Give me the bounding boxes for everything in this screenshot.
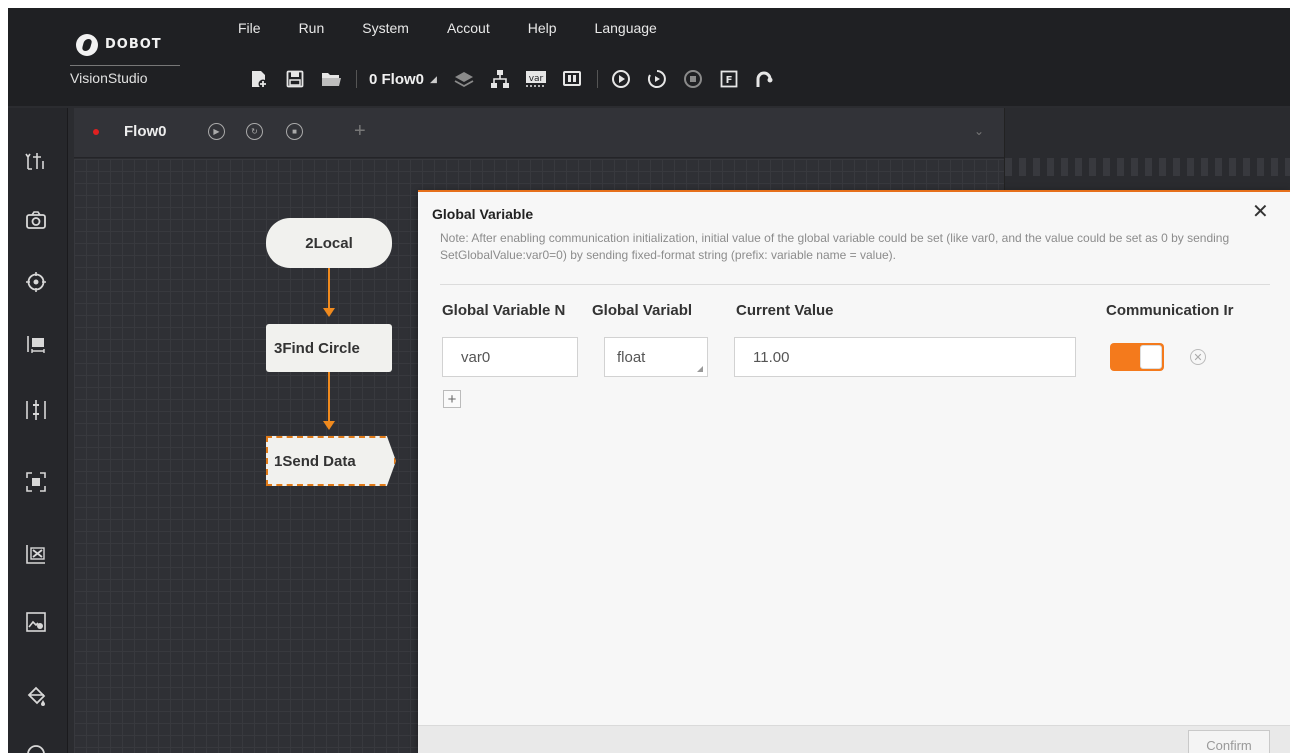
flow-run-once-icon[interactable]: ▶ — [208, 123, 225, 140]
variable-icon[interactable]: var — [525, 68, 547, 90]
flow-selector[interactable]: 0 Flow0 ◢ — [369, 71, 437, 88]
column-header-name: Global Variable N — [442, 302, 566, 319]
node-send-data[interactable]: 1Send Data — [266, 436, 396, 486]
camera-icon[interactable] — [22, 206, 50, 234]
open-folder-icon[interactable] — [320, 68, 342, 90]
toolbar-separator — [356, 70, 357, 88]
measure-icon[interactable] — [22, 330, 50, 358]
image-settings-icon[interactable] — [22, 608, 50, 636]
toolbar-separator — [596, 70, 598, 88]
image-tools-icon[interactable] — [22, 146, 50, 174]
column-header-communication: Communication Ir — [1106, 302, 1234, 319]
connector-arrow-icon — [323, 421, 335, 430]
note-divider — [440, 284, 1270, 285]
dialog-title: Global Variable — [432, 206, 534, 222]
variable-name-field[interactable]: var0 — [442, 337, 578, 377]
menu-help[interactable]: Help — [528, 20, 557, 46]
robot-arm-icon[interactable] — [754, 68, 776, 90]
confirm-button[interactable]: Confirm — [1188, 730, 1270, 753]
menu-account[interactable]: Accout — [447, 20, 490, 46]
device-icon[interactable] — [561, 68, 583, 90]
brand-name: DOBOT — [105, 37, 162, 52]
fill-tool-icon[interactable] — [22, 682, 50, 710]
add-variable-icon[interactable]: + — [443, 390, 461, 408]
tab-flow0[interactable]: Flow0 — [124, 123, 167, 140]
toggle-knob — [1140, 345, 1162, 369]
stop-icon[interactable] — [682, 68, 704, 90]
node-find-circle[interactable]: 3Find Circle — [266, 324, 392, 372]
more-tools-icon[interactable] — [22, 738, 50, 753]
flow-selector-label: 0 Flow0 — [369, 70, 425, 88]
main-toolbar: 0 Flow0 ◢ var F — [248, 62, 790, 96]
menu-file[interactable]: File — [238, 20, 261, 46]
node-local[interactable]: 2Local — [266, 218, 392, 268]
tab-list-chevron-icon[interactable]: ⌄ — [974, 124, 984, 138]
flow-tab-bar: Flow0 ▶ ↻ ■ + ⌄ — [74, 108, 1004, 158]
current-value-field[interactable]: 11.00 — [734, 337, 1076, 377]
locate-target-icon[interactable] — [22, 268, 50, 296]
align-icon[interactable] — [22, 396, 50, 424]
variable-type-select[interactable]: float — [604, 337, 708, 377]
column-header-value: Current Value — [736, 302, 834, 319]
unsaved-indicator — [93, 129, 99, 135]
pane-toolbar-strip — [1005, 158, 1290, 176]
dialog-footer: Confirm — [418, 725, 1290, 753]
flow-stop-icon[interactable]: ■ — [286, 123, 303, 140]
column-header-type: Global Variabl — [592, 302, 693, 319]
calibration-icon[interactable] — [22, 540, 50, 568]
close-icon[interactable]: ✕ — [1252, 202, 1269, 222]
dialog-note: Note: After enabling communication initi… — [440, 231, 1230, 262]
global-variable-dialog: Global Variable ✕ Note: After enabling c… — [418, 190, 1290, 753]
layers-icon[interactable] — [453, 68, 475, 90]
caret-down-icon: ◢ — [430, 73, 437, 84]
run-loop-icon[interactable] — [646, 68, 668, 90]
connector-arrow-icon — [323, 308, 335, 317]
brand-subtitle: VisionStudio — [70, 70, 148, 86]
brand-area: DOBOT VisionStudio — [8, 8, 236, 106]
menu-language[interactable]: Language — [595, 20, 657, 46]
svg-text:var: var — [529, 74, 544, 84]
run-once-icon[interactable] — [610, 68, 632, 90]
brand-divider — [70, 65, 180, 66]
dobot-logo-icon — [76, 34, 98, 56]
menu-bar: File Run System Accout Help Language — [238, 20, 695, 46]
tool-sidebar — [8, 108, 68, 753]
svg-text:F: F — [726, 75, 733, 86]
vision-studio-window: DOBOT VisionStudio File Run System Accou… — [8, 8, 1290, 753]
add-flow-icon[interactable]: + — [354, 120, 366, 143]
function-box-icon[interactable]: F — [718, 68, 740, 90]
hierarchy-icon[interactable] — [489, 68, 511, 90]
remove-row-icon[interactable]: ✕ — [1190, 349, 1206, 365]
menu-system[interactable]: System — [362, 20, 409, 46]
communication-init-toggle[interactable] — [1110, 343, 1164, 371]
flow-run-loop-icon[interactable]: ↻ — [246, 123, 263, 140]
top-header: DOBOT VisionStudio File Run System Accou… — [8, 8, 1290, 106]
save-icon[interactable] — [284, 68, 306, 90]
recognition-icon[interactable] — [22, 468, 50, 496]
new-project-icon[interactable] — [248, 68, 270, 90]
menu-run[interactable]: Run — [299, 20, 325, 46]
node-connector — [328, 364, 330, 424]
